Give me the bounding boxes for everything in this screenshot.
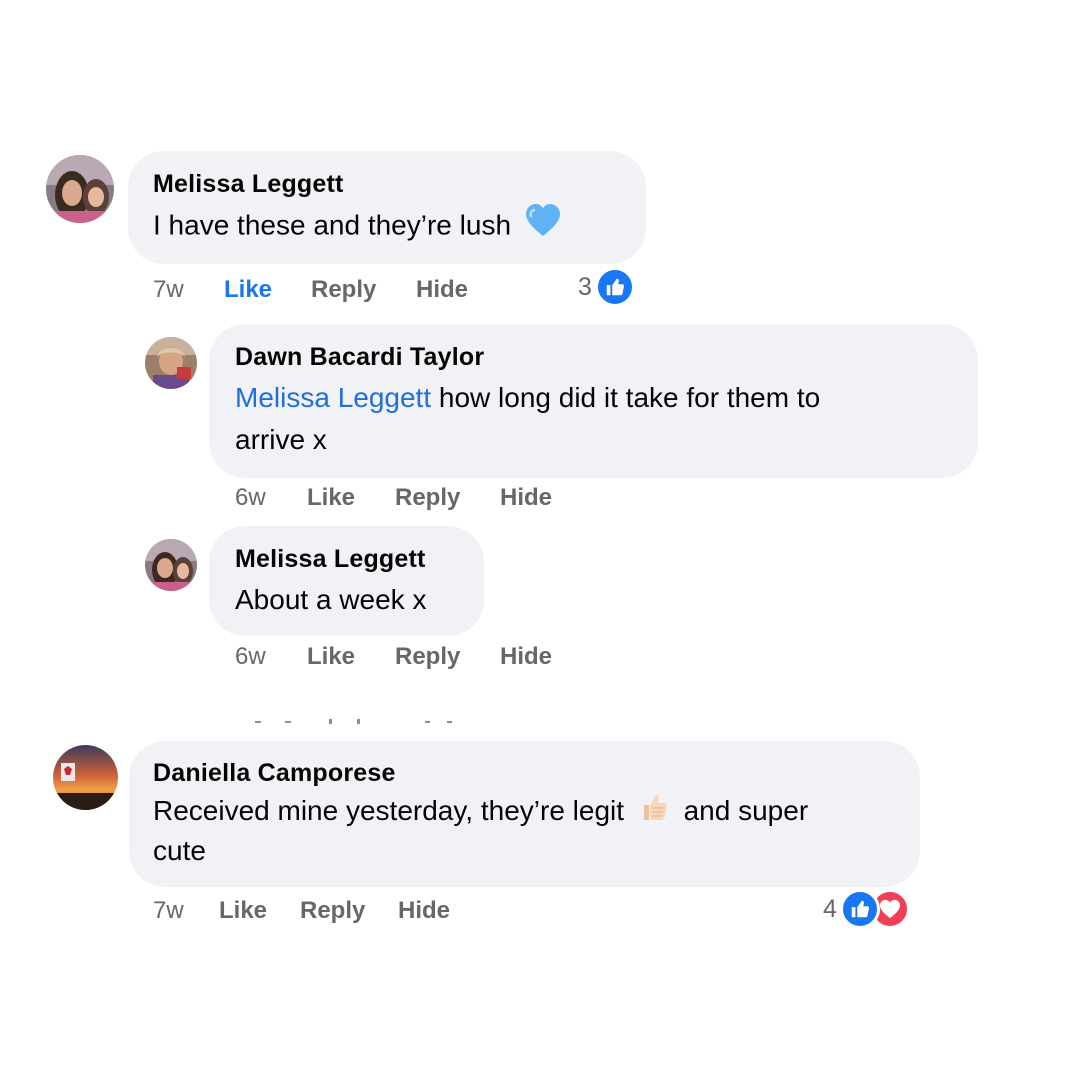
comment-author[interactable]: Daniella Camporese xyxy=(153,759,396,788)
comment-text: I have these and they’re lush xyxy=(153,204,561,250)
comment-text-part1: Received mine yesterday, they’re legit xyxy=(153,795,625,826)
avatar[interactable] xyxy=(46,155,114,223)
mention-link[interactable]: Melissa Leggett xyxy=(235,382,431,413)
reaction-summary[interactable]: 4 xyxy=(823,889,910,929)
comment-actions: 7w Like Reply Hide xyxy=(153,897,553,927)
reaction-count: 3 xyxy=(578,272,592,301)
like-button[interactable]: Like xyxy=(307,643,355,671)
comment-author[interactable]: Melissa Leggett xyxy=(153,170,344,199)
avatar[interactable] xyxy=(53,745,118,810)
comment-actions: 6w Like Reply Hide xyxy=(235,643,635,673)
reply-button[interactable]: Reply xyxy=(311,276,376,304)
comment-text-body: I have these and they’re lush xyxy=(153,209,512,241)
thumbs-up-icon xyxy=(638,791,670,835)
like-button[interactable]: Like xyxy=(224,276,272,304)
like-button[interactable]: Like xyxy=(307,484,355,512)
comment-actions: 7w Like Reply Hide xyxy=(153,276,633,306)
comment-author[interactable]: Melissa Leggett xyxy=(235,545,426,574)
clipped-text-remnant xyxy=(255,719,452,724)
comment-author[interactable]: Dawn Bacardi Taylor xyxy=(235,343,484,372)
reaction-count: 4 xyxy=(823,894,837,923)
hide-button[interactable]: Hide xyxy=(416,276,468,304)
comment-time[interactable]: 7w xyxy=(153,897,184,925)
comment-time[interactable]: 6w xyxy=(235,484,266,512)
comment-text-line2: arrive x xyxy=(235,424,327,455)
comment-text-part2: and super xyxy=(683,795,809,826)
reaction-summary[interactable]: 3 xyxy=(578,267,635,307)
hide-button[interactable]: Hide xyxy=(398,897,450,925)
comment-text: Received mine yesterday, they’re legit a… xyxy=(153,790,808,835)
like-reaction-icon xyxy=(594,267,635,307)
comment-text: Melissa Leggett how long did it take for… xyxy=(235,377,820,419)
avatar[interactable] xyxy=(145,539,197,591)
like-reaction-icon xyxy=(839,889,880,929)
comment-time[interactable]: 7w xyxy=(153,276,184,304)
blue-heart-icon xyxy=(525,204,561,250)
comment-text: About a week x xyxy=(235,584,427,615)
reply-button[interactable]: Reply xyxy=(395,643,460,671)
reply-button[interactable]: Reply xyxy=(395,484,460,512)
comment-text-line2: cute xyxy=(153,835,206,866)
hide-button[interactable]: Hide xyxy=(500,484,552,512)
avatar[interactable] xyxy=(145,337,197,389)
hide-button[interactable]: Hide xyxy=(500,643,552,671)
reply-button[interactable]: Reply xyxy=(300,897,365,925)
comment-text-line1: how long did it take for them to xyxy=(438,382,821,413)
comment-actions: 6w Like Reply Hide xyxy=(235,484,635,514)
comment-time[interactable]: 6w xyxy=(235,643,266,671)
like-button[interactable]: Like xyxy=(219,897,267,925)
